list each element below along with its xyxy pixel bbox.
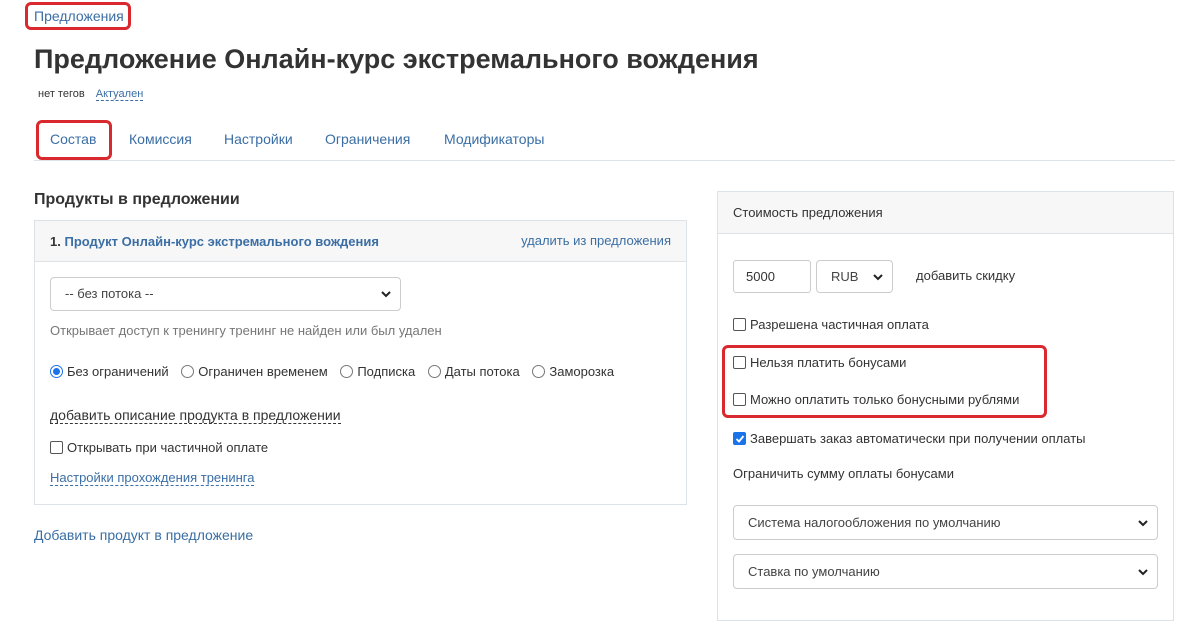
remove-from-offer-link[interactable]: удалить из предложения [521, 233, 671, 248]
auto-complete-order-option[interactable]: Завершать заказ автоматически при получе… [733, 431, 1086, 446]
checkbox-label: Разрешена частичная оплата [750, 317, 929, 332]
training-settings-link[interactable]: Настройки прохождения тренинга [50, 470, 255, 486]
tab-settings[interactable]: Настройки [224, 131, 293, 147]
bonus-only-payment-option[interactable]: Можно оплатить только бонусными рублями [733, 392, 1019, 407]
offer-meta: нет тегов Актуален [38, 88, 144, 101]
breadcrumb-offers-link[interactable]: Предложения [34, 8, 124, 24]
product-card: 1. Продукт Онлайн-курс экстремального во… [34, 220, 687, 505]
tab-restrictions[interactable]: Ограничения [325, 131, 410, 147]
radio-no-limits[interactable]: Без ограничений [50, 364, 169, 379]
stream-select[interactable]: -- без потока -- [50, 277, 401, 311]
products-section-title: Продукты в предложении [34, 191, 240, 208]
product-name-link[interactable]: Продукт Онлайн-курс экстремального вожде… [64, 234, 379, 249]
price-input[interactable]: 5000 [733, 260, 811, 293]
radio-label: Заморозка [549, 364, 615, 379]
radio-button[interactable] [181, 365, 195, 378]
add-discount-link[interactable]: добавить скидку [916, 268, 1015, 283]
radio-subscription[interactable]: Подписка [340, 364, 415, 379]
checkbox-label: Открывать при частичной оплате [67, 440, 269, 455]
auto-complete-order-checkbox[interactable] [733, 432, 746, 445]
partial-payment-option[interactable]: Разрешена частичная оплата [733, 317, 929, 332]
open-on-partial-payment-checkbox[interactable] [50, 441, 63, 454]
open-on-partial-payment-option[interactable]: Открывать при частичной оплате [50, 440, 268, 455]
radio-button[interactable] [340, 365, 354, 378]
checkbox-label: Нельзя платить бонусами [750, 355, 907, 370]
tags-label: нет тегов [38, 88, 85, 100]
radio-button-selected[interactable] [50, 365, 63, 378]
stream-select-value: -- без потока -- [65, 286, 154, 301]
radio-button[interactable] [532, 365, 546, 378]
radio-label: Подписка [357, 364, 416, 379]
radio-label: Без ограничений [67, 364, 169, 379]
checkbox-label: Завершать заказ автоматически при получе… [750, 431, 1086, 446]
radio-time-limited[interactable]: Ограничен временем [181, 364, 328, 379]
chevron-down-icon [1138, 520, 1148, 527]
tab-composition[interactable]: Состав [50, 131, 96, 147]
radio-label: Даты потока [444, 364, 520, 379]
radio-freeze[interactable]: Заморозка [532, 364, 614, 379]
chevron-down-icon [381, 291, 391, 298]
access-hint: Открывает доступ к тренингу тренинг не н… [50, 323, 442, 338]
chevron-down-icon [873, 274, 883, 281]
tab-modifiers[interactable]: Модификаторы [444, 131, 544, 147]
add-product-description-link[interactable]: добавить описание продукта в предложении [50, 407, 341, 424]
currency-select[interactable]: RUB [816, 260, 893, 293]
radio-button[interactable] [427, 365, 441, 378]
status-link[interactable]: Актуален [95, 88, 144, 101]
limit-bonus-amount-link[interactable]: Ограничить сумму оплаты бонусами [733, 466, 954, 481]
tax-system-select-value: Система налогообложения по умолчанию [748, 515, 1001, 530]
page-title: Предложение Онлайн-курс экстремального в… [34, 44, 759, 74]
checkbox-label: Можно оплатить только бонусными рублями [750, 392, 1020, 407]
chevron-down-icon [1138, 569, 1148, 576]
vat-rate-select[interactable]: Ставка по умолчанию [733, 554, 1158, 589]
checkmark-icon [735, 435, 745, 443]
cost-panel-title: Стоимость предложения [718, 192, 1173, 234]
currency-select-value: RUB [831, 269, 859, 284]
product-card-header: 1. Продукт Онлайн-курс экстремального во… [35, 221, 686, 262]
radio-stream-dates[interactable]: Даты потока [427, 364, 520, 379]
add-product-link[interactable]: Добавить продукт в предложение [34, 527, 253, 543]
tab-commission[interactable]: Комиссия [129, 131, 192, 147]
no-bonus-payment-checkbox[interactable] [733, 356, 746, 369]
bonus-only-payment-checkbox[interactable] [733, 393, 746, 406]
vat-rate-select-value: Ставка по умолчанию [748, 564, 880, 579]
product-number: 1. [50, 234, 61, 249]
product-title: 1. Продукт Онлайн-курс экстремального во… [50, 234, 379, 249]
tax-system-select[interactable]: Система налогообложения по умолчанию [733, 505, 1158, 540]
offer-tabs: Состав Комиссия Настройки Ограничения Мо… [34, 126, 1175, 161]
offer-cost-panel: Стоимость предложения 5000 RUB добавить … [717, 191, 1174, 621]
radio-label: Ограничен временем [198, 364, 328, 379]
access-type-radio-group: Без ограничений Ограничен временем Подпи… [50, 364, 623, 381]
partial-payment-checkbox[interactable] [733, 318, 746, 331]
no-bonus-payment-option[interactable]: Нельзя платить бонусами [733, 355, 906, 370]
